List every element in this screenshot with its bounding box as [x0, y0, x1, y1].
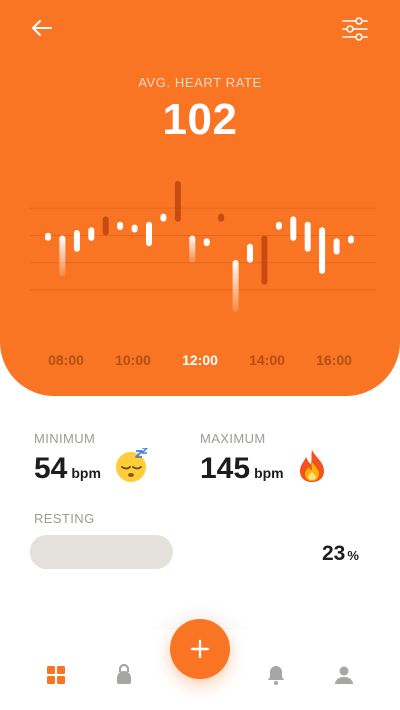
heart-rate-bar — [275, 221, 282, 230]
heart-rate-bar — [203, 238, 210, 247]
kettlebell-icon — [117, 663, 131, 684]
heart-rate-chart — [30, 180, 376, 312]
fire-icon — [300, 450, 324, 482]
heart-rate-bar — [232, 260, 239, 312]
heart-rate-bar — [319, 227, 326, 274]
maximum-unit: bpm — [254, 465, 284, 481]
nav-dashboard[interactable] — [44, 663, 68, 687]
avg-heart-rate-label: AVG. HEART RATE — [138, 75, 262, 90]
heart-rate-bar — [45, 232, 51, 241]
minimum-value-group: 54 bpm — [34, 452, 101, 486]
user-icon — [335, 666, 353, 684]
heart-rate-bar — [174, 180, 181, 222]
maximum-value: 145 — [200, 452, 251, 485]
resting-progress-fill — [30, 535, 63, 569]
minimum-unit: bpm — [71, 465, 101, 481]
arrow-left-icon — [32, 20, 52, 36]
heart-rate-bar — [261, 235, 268, 285]
nav-profile[interactable] — [332, 663, 356, 687]
heart-rate-bar — [218, 213, 225, 222]
heart-rate-bar — [247, 243, 253, 263]
time-label[interactable]: 08:00 — [36, 352, 96, 368]
time-label[interactable]: 10:00 — [103, 352, 163, 368]
heart-rate-bar — [117, 221, 124, 230]
sliders-icon — [342, 17, 368, 41]
resting-value-group: 23% — [322, 542, 359, 566]
heart-rate-bar — [88, 227, 95, 241]
minimum-title: MINIMUM — [34, 431, 96, 446]
time-label[interactable]: 14:00 — [237, 352, 297, 368]
resting-value: 23 — [322, 542, 346, 565]
resting-title: RESTING — [34, 511, 95, 526]
time-axis: 08:00 10:00 12:00 14:00 16:00 — [0, 352, 400, 372]
dashboard-icon — [47, 666, 65, 684]
heart-rate-header: AVG. HEART RATE 102 08:00 10:00 12:00 14:00… — [0, 0, 400, 396]
sleeping-face-icon — [116, 448, 148, 482]
heart-rate-bar — [131, 224, 138, 233]
heart-rate-bar — [189, 235, 196, 263]
time-label[interactable]: 16:00 — [304, 352, 364, 368]
screen: AVG. HEART RATE 102 08:00 10:00 12:00 14:00… — [0, 0, 400, 710]
heart-rate-bar — [333, 238, 340, 255]
back-button[interactable] — [28, 14, 56, 42]
maximum-value-group: 145 bpm — [200, 452, 284, 486]
filter-button[interactable] — [340, 14, 370, 44]
stats-panel: MINIMUM 54 bpm MAXIMUM 145 bpm RESTING 23% — [0, 396, 400, 616]
heart-rate-bar — [160, 213, 167, 222]
heart-rate-bar — [59, 235, 66, 277]
resting-progress-bar — [30, 535, 173, 569]
add-button[interactable] — [170, 619, 230, 679]
add-icon — [190, 639, 210, 659]
heart-rate-bar — [290, 216, 297, 241]
maximum-title: MAXIMUM — [200, 431, 266, 446]
time-label[interactable]: 12:00 — [170, 352, 230, 368]
bell-icon — [268, 666, 284, 685]
heart-rate-bar — [304, 221, 311, 252]
minimum-value: 54 — [34, 452, 68, 485]
heart-rate-bar — [146, 221, 152, 247]
heart-rate-bar — [102, 216, 109, 236]
nav-workouts[interactable] — [112, 663, 136, 687]
heart-rate-bar — [348, 235, 354, 244]
nav-notifications[interactable] — [264, 663, 288, 687]
heart-rate-bar — [73, 230, 80, 252]
avg-heart-rate-value: 102 — [162, 95, 238, 144]
resting-unit: % — [347, 548, 359, 563]
